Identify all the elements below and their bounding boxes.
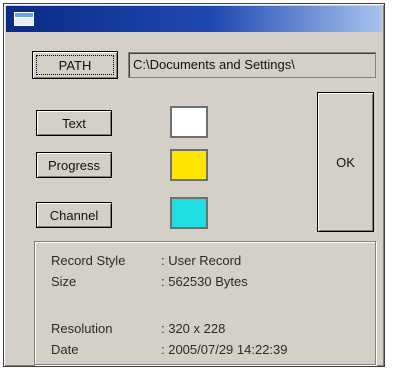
- text-color-swatch[interactable]: [170, 106, 208, 138]
- ok-button[interactable]: OK: [317, 92, 374, 232]
- record-info-panel: Record Style : User Record Size : 562530…: [34, 241, 376, 365]
- size-value: : 562530 Bytes: [161, 274, 248, 289]
- progress-color-button[interactable]: Progress: [36, 152, 112, 178]
- channel-color-swatch[interactable]: [170, 197, 208, 229]
- title-bar[interactable]: [6, 6, 382, 32]
- window-icon: [14, 12, 34, 26]
- date-value: : 2005/07/29 14:22:39: [161, 342, 288, 357]
- size-label: Size: [51, 274, 77, 289]
- channel-color-button[interactable]: Channel: [36, 202, 112, 228]
- date-label: Date: [51, 342, 79, 357]
- path-field[interactable]: C:\Documents and Settings\: [128, 52, 376, 78]
- progress-color-swatch[interactable]: [170, 149, 208, 181]
- record-style-label: Record Style: [51, 253, 126, 268]
- resolution-label: Resolution: [51, 321, 113, 336]
- path-button[interactable]: PATH: [32, 51, 118, 79]
- record-style-value: : User Record: [161, 253, 242, 268]
- dialog-window: PATH C:\Documents and Settings\ Text Pro…: [3, 3, 385, 367]
- text-color-button[interactable]: Text: [36, 110, 112, 136]
- resolution-value: : 320 x 228: [161, 321, 226, 336]
